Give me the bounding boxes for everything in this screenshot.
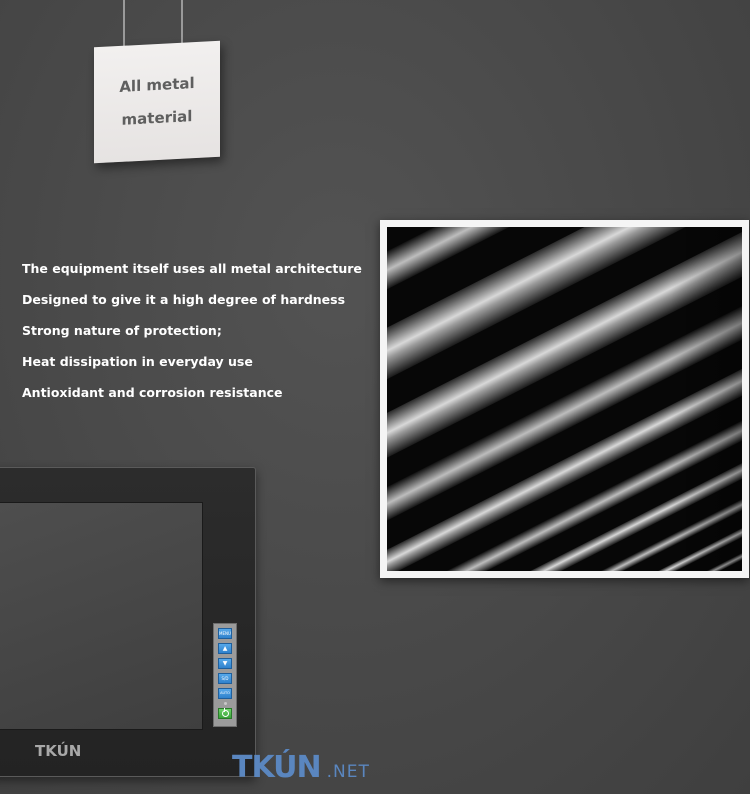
metal-photo-frame: [380, 220, 749, 578]
feature-item: The equipment itself uses all metal arch…: [22, 261, 362, 276]
hanging-sign: All metal material: [94, 40, 220, 164]
menu-button[interactable]: MENU: [218, 628, 232, 639]
feature-item: Antioxidant and corrosion resistance: [22, 385, 283, 400]
arrow-up-icon: ▲: [222, 644, 228, 652]
source-icon: S/D: [221, 675, 229, 681]
auto-button[interactable]: AUTO: [218, 688, 232, 699]
feature-item: Heat dissipation in everyday use: [22, 354, 253, 369]
power-button[interactable]: [218, 708, 232, 719]
up-button[interactable]: ▲: [218, 643, 232, 654]
menu-icon: MENU: [219, 630, 231, 636]
monitor-screen: [0, 502, 203, 730]
power-icon: [221, 708, 229, 717]
footer-brand-text: TKÚN: [232, 750, 322, 785]
product-feature-page: All metal material The equipment itself …: [0, 0, 750, 794]
footer-logo: TKÚN .NET: [232, 750, 370, 785]
metal-closeup-photo: [387, 227, 742, 571]
sign-string-left: [123, 0, 125, 48]
footer-tld-text: .NET: [326, 762, 370, 782]
monitor-control-panel: MENU ▲ ▼ S/D AUTO: [213, 623, 237, 727]
sign-line-1: All metal: [119, 74, 195, 96]
feature-item: Designed to give it a high degree of har…: [22, 292, 346, 307]
sign-line-2: material: [121, 107, 193, 129]
monitor-brand-logo: TKÚN: [35, 742, 82, 760]
feature-list: The equipment itself uses all metal arch…: [22, 257, 362, 412]
panel-monitor: TKÚN MENU ▲ ▼ S/D AUTO: [0, 467, 256, 777]
arrow-down-icon: ▼: [222, 659, 228, 667]
feature-item: Strong nature of protection;: [22, 323, 222, 338]
source-button[interactable]: S/D: [218, 673, 232, 684]
metal-stripes-image: [387, 227, 742, 571]
auto-icon: AUTO: [220, 690, 230, 695]
down-button[interactable]: ▼: [218, 658, 232, 669]
power-led: [223, 702, 227, 705]
